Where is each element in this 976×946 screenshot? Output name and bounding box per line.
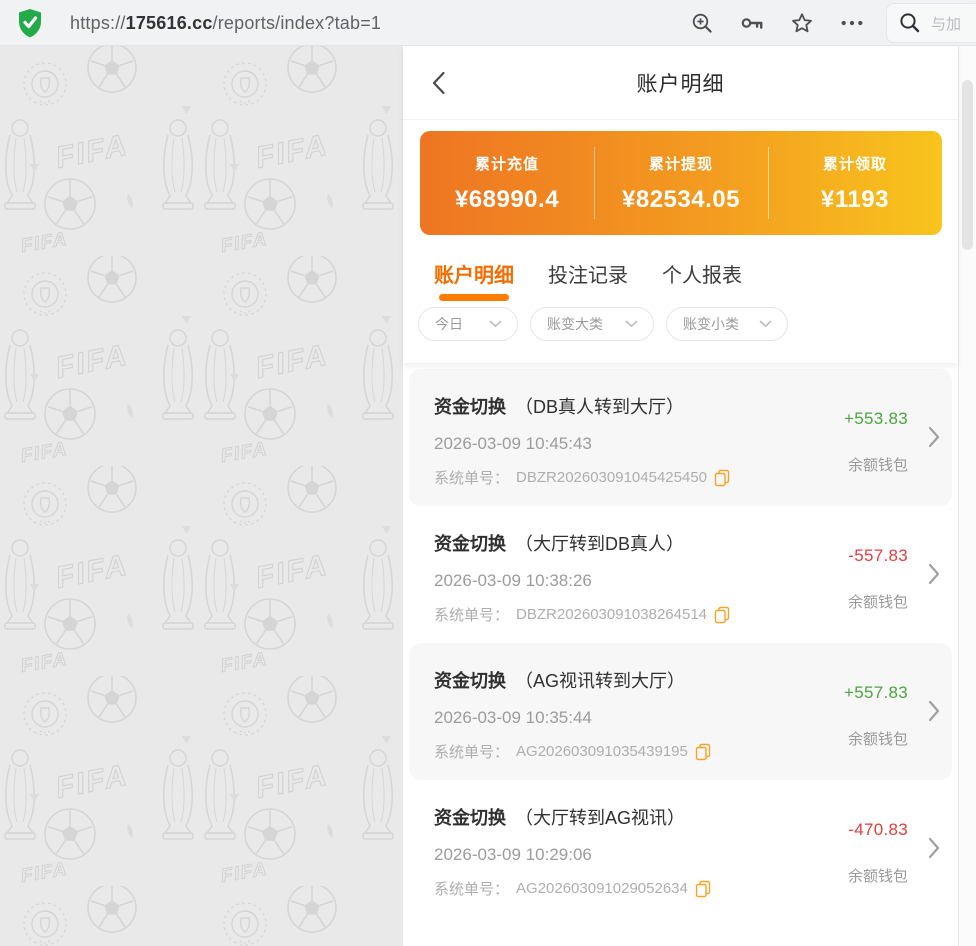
chevron-right-icon: [928, 426, 940, 448]
url-path: /reports/index?tab=1: [213, 13, 382, 34]
fifa-watermark-pattern: FIFA: [0, 46, 403, 946]
order-prefix: 系统单号：: [434, 741, 509, 762]
chevron-right-icon: [928, 700, 940, 722]
transaction-note: （AG视讯转到大厅）: [515, 667, 685, 693]
transaction-type: 资金切换: [434, 804, 506, 830]
url-scheme: https://: [70, 13, 126, 34]
transaction-wallet: 余额钱包: [848, 591, 908, 612]
summary-total-deposit: 累计充值 ¥68990.4: [420, 131, 594, 235]
transaction-amount-block: -557.83 余额钱包: [848, 546, 908, 612]
scrollbar-thumb[interactable]: [962, 80, 973, 250]
tab-account-detail[interactable]: 账户明细: [434, 259, 514, 301]
transaction-type: 资金切换: [434, 667, 506, 693]
url-field[interactable]: https://175616.cc/reports/index?tab=1: [70, 0, 381, 46]
search-icon: [899, 12, 921, 34]
order-prefix: 系统单号：: [434, 878, 509, 899]
transaction-row[interactable]: 资金切换 （大厅转到AG视讯） 2026-03-09 10:29:06 系统单号…: [403, 780, 958, 917]
copy-icon[interactable]: [714, 469, 730, 487]
summary-total-withdraw: 累计提现 ¥82534.05: [594, 131, 768, 235]
account-detail-panel: 账户明细 累计充值 ¥68990.4 累计提现 ¥82534.05 累计领取 ¥…: [403, 46, 958, 946]
active-tab-underline: [439, 294, 509, 301]
chevron-right-icon: [928, 837, 940, 859]
transaction-amount-block: -470.83 余额钱包: [848, 820, 908, 886]
password-key-icon[interactable]: [740, 11, 764, 35]
order-number: AG202603091035439195: [516, 743, 688, 760]
summary-card: 累计充值 ¥68990.4 累计提现 ¥82534.05 累计领取 ¥1193: [420, 131, 942, 235]
order-prefix: 系统单号：: [434, 604, 509, 625]
transaction-type: 资金切换: [434, 393, 506, 419]
filter-minor-category-dropdown[interactable]: 账变小类: [666, 307, 788, 341]
tab-label: 账户明细: [434, 265, 514, 287]
filter-label: 今日: [435, 314, 463, 334]
more-menu-icon[interactable]: [840, 11, 864, 35]
order-number: DBZR202603091038264514: [516, 606, 707, 623]
page-header: 账户明细: [403, 46, 958, 120]
transaction-wallet: 余额钱包: [844, 728, 908, 749]
back-button[interactable]: [431, 71, 447, 95]
chevron-down-icon: [625, 320, 638, 328]
filter-date-dropdown[interactable]: 今日: [418, 307, 518, 341]
panel-top-section: 账户明细 累计充值 ¥68990.4 累计提现 ¥82534.05 累计领取 ¥…: [403, 46, 958, 363]
summary-label: 累计领取: [823, 153, 887, 174]
transaction-amount-block: +557.83 余额钱包: [844, 683, 908, 749]
order-number: DBZR202603091045425450: [516, 469, 707, 486]
tab-bar: 账户明细 投注记录 个人报表: [434, 259, 958, 301]
chevron-down-icon: [489, 320, 502, 328]
security-shield-icon[interactable]: [16, 8, 44, 43]
transaction-amount-block: +553.83 余额钱包: [844, 409, 908, 475]
chevron-right-icon: [928, 563, 940, 585]
transaction-list: 资金切换 （DB真人转到大厅） 2026-03-09 10:45:43 系统单号…: [403, 363, 958, 917]
filter-label: 账变大类: [547, 314, 603, 334]
summary-value: ¥1193: [821, 186, 889, 214]
transaction-row[interactable]: 资金切换 （DB真人转到大厅） 2026-03-09 10:45:43 系统单号…: [409, 369, 952, 506]
tab-personal-report[interactable]: 个人报表: [662, 259, 742, 301]
transaction-wallet: 余额钱包: [844, 454, 908, 475]
summary-total-claimed: 累计领取 ¥1193: [768, 131, 942, 235]
page-title: 账户明细: [637, 68, 725, 98]
fifa-watermark-background: FIFA: [0, 46, 403, 946]
transaction-type: 资金切换: [434, 530, 506, 556]
filter-label: 账变小类: [683, 314, 739, 334]
copy-icon[interactable]: [695, 880, 711, 898]
chevron-down-icon: [759, 320, 772, 328]
transaction-amount: +557.83: [844, 683, 908, 703]
search-hint-text: 与加: [931, 13, 961, 34]
transaction-note: （DB真人转到大厅）: [515, 393, 684, 419]
browser-address-bar: https://175616.cc/reports/index?tab=1: [0, 0, 976, 46]
copy-icon[interactable]: [714, 606, 730, 624]
browser-scrollbar[interactable]: [958, 46, 976, 946]
order-number: AG202603091029052634: [516, 880, 688, 897]
transaction-note: （大厅转到AG视讯）: [515, 804, 685, 830]
filter-major-category-dropdown[interactable]: 账变大类: [530, 307, 654, 341]
order-prefix: 系统单号：: [434, 467, 509, 488]
zoom-in-icon[interactable]: [690, 11, 714, 35]
summary-label: 累计提现: [649, 153, 713, 174]
transaction-row[interactable]: 资金切换 （AG视讯转到大厅） 2026-03-09 10:35:44 系统单号…: [409, 643, 952, 780]
transaction-row[interactable]: 资金切换 （大厅转到DB真人） 2026-03-09 10:38:26 系统单号…: [403, 506, 958, 643]
transaction-amount: +553.83: [844, 409, 908, 429]
browser-toolbar-icons: [690, 0, 864, 46]
transaction-wallet: 余额钱包: [848, 865, 908, 886]
bookmark-star-icon[interactable]: [790, 11, 814, 35]
copy-icon[interactable]: [695, 743, 711, 761]
summary-value: ¥68990.4: [455, 186, 559, 214]
transaction-amount: -557.83: [848, 546, 908, 566]
tab-bet-records[interactable]: 投注记录: [548, 259, 628, 301]
transaction-note: （大厅转到DB真人）: [515, 530, 684, 556]
url-domain: 175616.cc: [126, 13, 213, 34]
tab-label: 投注记录: [548, 265, 628, 287]
summary-label: 累计充值: [475, 153, 539, 174]
tab-label: 个人报表: [662, 265, 742, 287]
side-search-box[interactable]: 与加: [886, 3, 976, 43]
screenshot-stage: https://175616.cc/reports/index?tab=1: [0, 0, 976, 946]
transaction-amount: -470.83: [848, 820, 908, 840]
filter-bar: 今日 账变大类 账变小类: [418, 307, 958, 341]
summary-value: ¥82534.05: [622, 186, 740, 214]
